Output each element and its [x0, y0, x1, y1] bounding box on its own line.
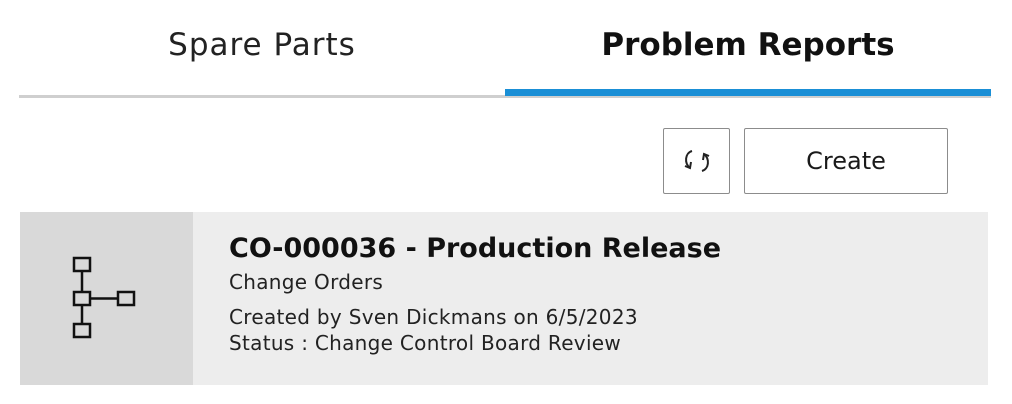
tab-spare-parts[interactable]: Spare Parts [19, 0, 505, 90]
list-item-change-order[interactable]: CO-000036 - Production Release Change Or… [20, 212, 988, 385]
card-type: Change Orders [229, 270, 384, 294]
refresh-button[interactable] [663, 128, 730, 194]
tab-problem-reports[interactable]: Problem Reports [505, 0, 991, 90]
card-status: Status : Change Control Board Review [229, 331, 622, 355]
card-title: CO-000036 - Production Release [229, 233, 722, 264]
card-created-info: Created by Sven Dickmans on 6/5/2023 [229, 305, 638, 329]
hierarchy-structure-icon [72, 256, 135, 338]
card-body: CO-000036 - Production Release Change Or… [229, 232, 968, 356]
active-tab-indicator [505, 89, 991, 96]
create-button[interactable]: Create [744, 128, 948, 194]
card-thumbnail [20, 212, 193, 385]
tab-bar: Spare Parts Problem Reports [19, 0, 991, 98]
refresh-icon [684, 150, 709, 172]
